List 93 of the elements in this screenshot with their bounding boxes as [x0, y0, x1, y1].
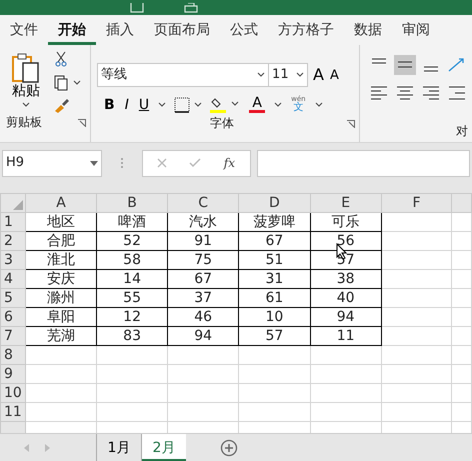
- table-cell: 94: [310, 308, 382, 326]
- italic-button[interactable]: I: [124, 96, 130, 112]
- menu-tab[interactable]: 插入: [96, 15, 144, 45]
- table-cell: 38: [310, 270, 382, 288]
- brush-icon[interactable]: [54, 99, 70, 113]
- caret-icon: [257, 72, 266, 78]
- table-cell: 合肥: [25, 232, 97, 250]
- table-cell: 61: [238, 288, 310, 308]
- table-cell: 51: [238, 250, 310, 270]
- caret-icon[interactable]: [314, 102, 323, 108]
- sheet-tab[interactable]: 2月: [141, 434, 186, 461]
- row-header[interactable]: 9: [0, 364, 26, 384]
- shrink-font-button[interactable]: A: [329, 68, 340, 82]
- name-box[interactable]: H9: [2, 150, 102, 176]
- scissors-icon[interactable]: [54, 51, 68, 67]
- table-cell: 67: [238, 232, 310, 250]
- grow-font-button[interactable]: A: [312, 66, 325, 84]
- menu-tab[interactable]: 审阅: [392, 15, 440, 45]
- launcher-icon[interactable]: [78, 119, 86, 127]
- caret-icon[interactable]: [274, 102, 282, 108]
- table-cell: 汽水: [168, 212, 239, 232]
- table-cell: 83: [96, 326, 168, 346]
- table-cell: 14: [96, 270, 168, 288]
- menu-tab[interactable]: 页面布局: [144, 15, 220, 45]
- column-header[interactable]: B: [96, 194, 168, 212]
- row-header[interactable]: 8: [0, 346, 26, 364]
- menu-tab[interactable]: 开始: [48, 15, 96, 45]
- grip-icon: [120, 157, 124, 169]
- column-header[interactable]: E: [310, 194, 382, 212]
- table-cell: 55: [96, 288, 168, 308]
- formula-input[interactable]: [257, 150, 470, 176]
- table-cell: 46: [168, 308, 239, 326]
- row-header[interactable]: 3: [0, 250, 26, 270]
- table-cell: 57: [238, 326, 310, 346]
- caret-icon[interactable]: [158, 102, 166, 108]
- paste-button[interactable]: 粘贴: [6, 47, 46, 113]
- row-header[interactable]: 4: [0, 270, 26, 288]
- group-label: 字体: [209, 115, 236, 132]
- table-cell: 10: [238, 308, 310, 326]
- table-cell: 啤酒: [96, 212, 168, 232]
- table-cell: 淮北: [25, 250, 97, 270]
- clipboard-icon: [11, 52, 41, 84]
- insert-function-button[interactable]: fx: [222, 156, 236, 170]
- row-header[interactable]: 2: [0, 232, 26, 250]
- add-sheet-icon[interactable]: [220, 439, 238, 457]
- menu-tab[interactable]: 公式: [220, 15, 268, 45]
- font-name-field[interactable]: 等线: [97, 63, 270, 87]
- check-icon[interactable]: [188, 158, 201, 168]
- column-header[interactable]: C: [168, 194, 239, 212]
- underline-button[interactable]: U: [138, 96, 150, 112]
- menu-tab[interactable]: 数据: [344, 15, 392, 45]
- table-cell: 58: [96, 250, 168, 270]
- table-cell: 37: [168, 288, 239, 308]
- caret-icon: [22, 102, 30, 108]
- table-cell: 安庆: [25, 270, 97, 288]
- font-size-field[interactable]: 11: [268, 63, 308, 87]
- align-middle-icon[interactable]: [394, 55, 416, 75]
- table-cell: 94: [168, 326, 239, 346]
- row-header[interactable]: 10: [0, 384, 26, 402]
- table-cell: 滁州: [25, 288, 97, 308]
- table-cell: 菠萝啤: [238, 212, 310, 232]
- font-color-button[interactable]: A: [248, 95, 266, 114]
- menu-tab[interactable]: 文件: [0, 15, 48, 45]
- column-header[interactable]: F: [381, 194, 452, 212]
- group-label: 对: [455, 123, 468, 140]
- column-header[interactable]: A: [25, 194, 97, 212]
- table-cell: 12: [96, 308, 168, 326]
- column-header[interactable]: D: [238, 194, 310, 212]
- row-header[interactable]: 1: [0, 212, 26, 232]
- caret-icon: [296, 72, 304, 78]
- table-cell: 52: [96, 232, 168, 250]
- table-cell: 91: [168, 232, 239, 250]
- group-label: 剪贴板: [6, 114, 42, 131]
- table-cell: 67: [168, 270, 239, 288]
- table-cell: 可乐: [310, 212, 382, 232]
- table-cell: 40: [310, 288, 382, 308]
- row-header[interactable]: 11: [0, 402, 26, 422]
- fill-color-icon[interactable]: [210, 96, 240, 114]
- caret-icon: [90, 160, 98, 166]
- table-cell: 75: [168, 250, 239, 270]
- launcher-icon[interactable]: [347, 120, 355, 128]
- borders-icon[interactable]: [174, 96, 202, 112]
- row-header[interactable]: 5: [0, 288, 26, 308]
- copy-icon[interactable]: [54, 75, 82, 91]
- table-cell: 31: [238, 270, 310, 288]
- table-cell: 芜湖: [25, 326, 97, 346]
- row-header[interactable]: 7: [0, 326, 26, 346]
- bold-button[interactable]: B: [103, 96, 116, 112]
- menu-tab[interactable]: 方方格子: [268, 15, 344, 45]
- row-header[interactable]: 6: [0, 308, 26, 326]
- table-cell: 11: [310, 326, 382, 346]
- table-cell: 阜阳: [25, 308, 97, 326]
- table-cell: 地区: [25, 212, 97, 232]
